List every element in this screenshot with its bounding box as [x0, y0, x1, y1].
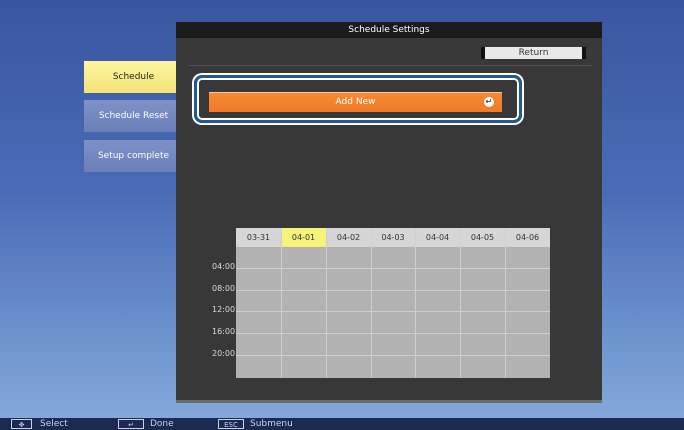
enter-icon: ↵ [484, 97, 494, 107]
hour-label: 12:00 [212, 305, 236, 314]
esc-key-icon: ESC [218, 419, 244, 429]
hour-label: 08:00 [212, 284, 236, 293]
sidebar-item-schedule[interactable]: Schedule [84, 61, 188, 93]
add-new-label: Add New [335, 97, 376, 107]
day-header[interactable]: 04-04 [415, 228, 460, 247]
submenu-hint: Submenu [250, 419, 293, 429]
status-bar: ✥ Select ↵ Done ESC Submenu [0, 418, 684, 430]
divider [188, 65, 593, 66]
grid-row-line [236, 355, 550, 356]
return-button[interactable]: Return [481, 47, 586, 59]
day-header[interactable]: 04-02 [326, 228, 371, 247]
hour-label: 04:00 [212, 262, 236, 271]
grid-row-line [236, 333, 550, 334]
sidebar-item-label: Schedule [112, 72, 155, 82]
done-hint: Done [150, 419, 174, 429]
day-header[interactable]: 04-06 [505, 228, 550, 247]
day-header[interactable]: 04-03 [371, 228, 415, 247]
page-title: Schedule Settings [176, 22, 602, 38]
day-header-selected[interactable]: 04-01 [281, 228, 326, 247]
day-header[interactable]: 04-05 [460, 228, 505, 247]
sidebar-item-schedule-reset[interactable]: Schedule Reset [84, 100, 188, 132]
hour-label: 20:00 [212, 349, 236, 358]
hour-label: 16:00 [212, 327, 236, 336]
schedule-grid[interactable]: 03-31 04-01 04-02 04-03 04-04 04-05 04-0… [236, 228, 550, 378]
sidebar-item-label: Schedule Reset [98, 111, 169, 121]
grid-row-line [236, 290, 550, 291]
grid-row-line [236, 268, 550, 269]
settings-panel: Schedule Settings Return Add New ↵ 04:00… [176, 22, 602, 403]
enter-key-icon: ↵ [118, 419, 144, 429]
day-header[interactable]: 03-31 [236, 228, 281, 247]
add-new-button[interactable]: Add New ↵ [209, 92, 502, 112]
select-key-icon: ✥ [11, 419, 32, 429]
select-hint: Select [40, 419, 68, 429]
sidebar-item-setup-complete[interactable]: Setup complete [84, 140, 188, 172]
sidebar-item-label: Setup complete [97, 151, 170, 161]
grid-row-line [236, 311, 550, 312]
